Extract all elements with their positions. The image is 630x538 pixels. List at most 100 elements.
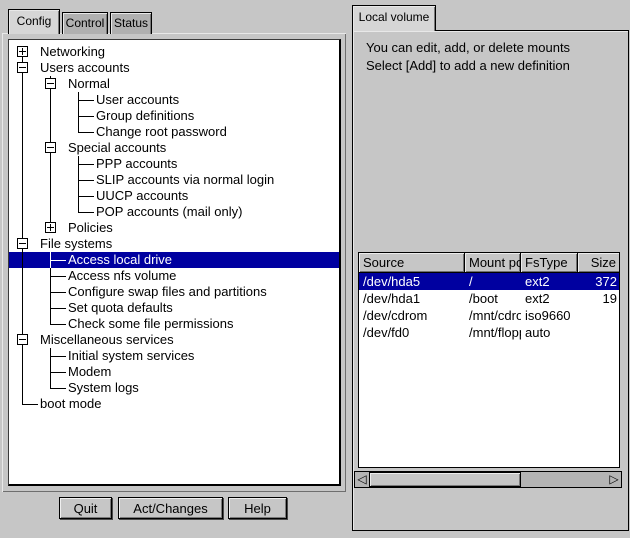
table-cell [578, 307, 620, 324]
tree-guide [9, 172, 37, 188]
expander-plus-icon[interactable] [9, 44, 37, 60]
tree-guide [9, 124, 37, 140]
tab-control[interactable]: Control [62, 12, 108, 34]
expander-minus-icon[interactable] [9, 332, 37, 348]
horizontal-scrollbar[interactable]: ◁ ▷ [354, 471, 622, 488]
tree-item-label: Normal [65, 76, 110, 92]
tree-guide [9, 188, 37, 204]
expander-minus-icon[interactable] [9, 60, 37, 76]
tree-item[interactable]: Miscellaneous services [9, 332, 339, 348]
linuxconf-window: Config Control Status NetworkingUsers ac… [0, 0, 630, 538]
tree-item[interactable]: File systems [9, 236, 339, 252]
table-cell: iso9660 [521, 307, 578, 324]
table-row[interactable]: /dev/hda1/bootext219 [359, 290, 619, 307]
tree-guide [65, 124, 93, 140]
tree-guide [65, 188, 93, 204]
column-header[interactable]: Size [578, 253, 620, 273]
table-cell: ext2 [521, 273, 578, 290]
config-panel: NetworkingUsers accountsNormalUser accou… [2, 33, 346, 492]
scrollbar-thumb[interactable] [369, 472, 521, 487]
tree-guide [9, 92, 37, 108]
tree-guide [37, 204, 65, 220]
tree-item[interactable]: UUCP accounts [9, 188, 339, 204]
column-header[interactable]: Mount point [465, 253, 521, 273]
tree-item-label: UUCP accounts [93, 188, 188, 204]
expander-minus-icon[interactable] [9, 236, 37, 252]
tree-item[interactable]: Special accounts [9, 140, 339, 156]
tree-guide [37, 268, 65, 284]
table-cell: / [465, 273, 521, 290]
tree-item[interactable]: POP accounts (mail only) [9, 204, 339, 220]
column-header[interactable]: Source [359, 253, 465, 273]
tree-item-label: System logs [65, 380, 139, 396]
tree-guide [9, 76, 37, 92]
table-cell: /boot [465, 290, 521, 307]
tree-guide [37, 348, 65, 364]
tree-item[interactable]: Policies [9, 220, 339, 236]
tab-config[interactable]: Config [8, 9, 60, 34]
act-changes-button[interactable]: Act/Changes [118, 497, 223, 519]
tree-guide [37, 300, 65, 316]
table-row[interactable]: /dev/fd0/mnt/floppyauto [359, 324, 619, 341]
tree-guide [9, 316, 37, 332]
tree-item-label: Modem [65, 364, 111, 380]
quit-button[interactable]: Quit [59, 497, 112, 519]
tree-item[interactable]: Networking [9, 44, 339, 60]
tree-item[interactable]: Group definitions [9, 108, 339, 124]
tree-item[interactable]: Set quota defaults [9, 300, 339, 316]
tree-guide [37, 156, 65, 172]
local-volume-panel: You can edit, add, or delete mounts Sele… [352, 30, 629, 531]
expander-minus-icon[interactable] [37, 76, 65, 92]
tree-item[interactable]: Access local drive [9, 252, 339, 268]
tree-guide [37, 252, 65, 268]
expander-minus-icon[interactable] [37, 140, 65, 156]
tree-item[interactable]: Users accounts [9, 60, 339, 76]
tree-guide [9, 380, 37, 396]
scroll-right-icon[interactable]: ▷ [607, 472, 621, 487]
mounts-table: SourceMount pointFsTypeSize /dev/hda5/ex… [358, 252, 620, 468]
tree-guide [9, 204, 37, 220]
tree-item[interactable]: Initial system services [9, 348, 339, 364]
tree-guide [37, 364, 65, 380]
tree-item-label: Group definitions [93, 108, 194, 124]
table-body: /dev/hda5/ext2372/dev/hda1/bootext219/de… [359, 273, 619, 341]
tree-item-label: Miscellaneous services [37, 332, 174, 348]
table-cell: /dev/fd0 [359, 324, 465, 341]
tree-guide [65, 204, 93, 220]
tree-item[interactable]: Access nfs volume [9, 268, 339, 284]
expander-plus-icon[interactable] [37, 220, 65, 236]
tab-local-volume[interactable]: Local volume [352, 5, 436, 31]
tree-guide [9, 140, 37, 156]
tree-guide [9, 156, 37, 172]
tree-guide [37, 316, 65, 332]
panel-message: You can edit, add, or delete mounts Sele… [366, 39, 570, 75]
table-row[interactable]: /dev/cdrom/mnt/cdromiso9660 [359, 307, 619, 324]
tree-item-label: Policies [65, 220, 113, 236]
tree-guide [37, 124, 65, 140]
tree-item[interactable]: PPP accounts [9, 156, 339, 172]
scroll-left-icon[interactable]: ◁ [355, 472, 369, 487]
tree-item[interactable]: boot mode [9, 396, 339, 412]
table-cell: 372 [578, 273, 620, 290]
tree-item[interactable]: Check some file permissions [9, 316, 339, 332]
tab-status[interactable]: Status [110, 12, 152, 34]
tree-item[interactable]: Modem [9, 364, 339, 380]
tree-item[interactable]: Configure swap files and partitions [9, 284, 339, 300]
config-tree: NetworkingUsers accountsNormalUser accou… [8, 39, 341, 486]
tree-item-label: Access local drive [65, 252, 172, 268]
help-button[interactable]: Help [228, 497, 287, 519]
table-row[interactable]: /dev/hda5/ext2372 [359, 273, 619, 290]
tree-item[interactable]: System logs [9, 380, 339, 396]
column-header[interactable]: FsType [521, 253, 578, 273]
tree-item[interactable]: Change root password [9, 124, 339, 140]
tree-item-label: Configure swap files and partitions [65, 284, 267, 300]
tree-guide [37, 380, 65, 396]
tree-item[interactable]: SLIP accounts via normal login [9, 172, 339, 188]
tree-item-label: PPP accounts [93, 156, 177, 172]
tree-item-label: Access nfs volume [65, 268, 176, 284]
message-line-2: Select [Add] to add a new definition [366, 57, 570, 75]
tree-item[interactable]: Normal [9, 76, 339, 92]
tree-item[interactable]: User accounts [9, 92, 339, 108]
table-cell [578, 324, 620, 341]
tree-item-label: Networking [37, 44, 105, 60]
